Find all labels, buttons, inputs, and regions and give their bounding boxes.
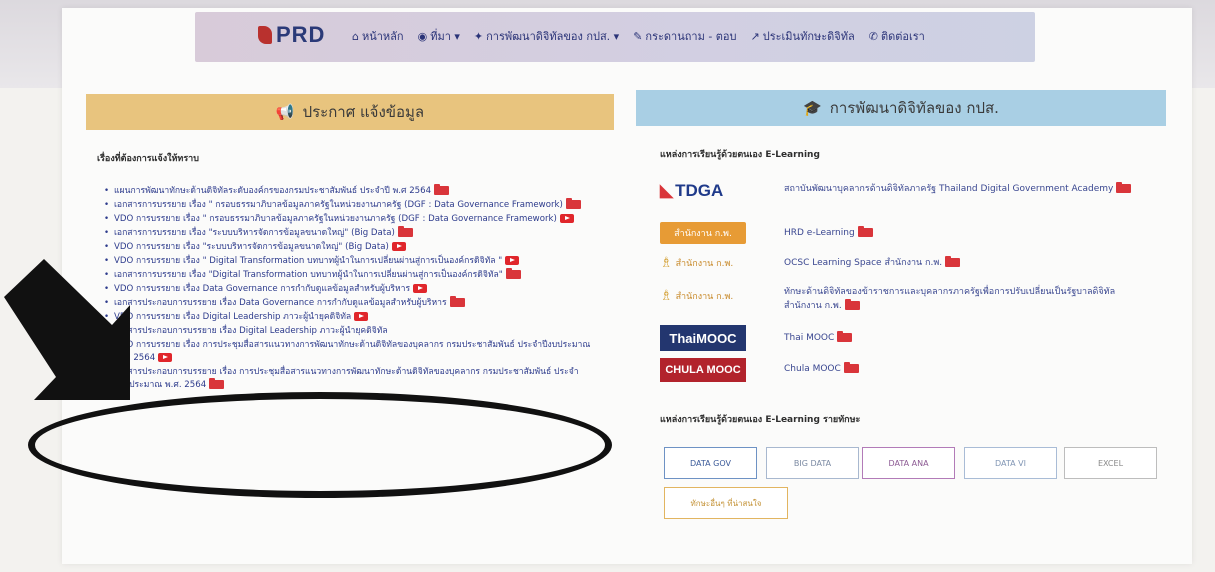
source-text: OCSC Learning Space สำนักงาน ก.พ. [784,258,943,268]
nav-label: ที่มา ▾ [430,30,460,43]
nav-label: ติดต่อเรา [880,30,925,43]
list-item[interactable]: VDO การบรรยาย เรื่อง Data Governance การ… [104,283,604,296]
megaphone-icon: 📢 [275,103,295,121]
folder-icon[interactable] [209,378,225,389]
annotation-circle [28,392,612,498]
tag-big-data[interactable]: BIG DATA [766,447,859,479]
source-text: Chula MOOC [784,364,841,374]
phone-icon: ✆ [868,29,878,43]
tag-data-ana[interactable]: DATA ANA [862,447,955,479]
ocsc-logo: สำนักงาน ก.พ. [660,222,746,244]
tag-excel[interactable]: EXCEL [1064,447,1157,479]
folder-icon[interactable] [837,331,853,342]
mortarboard-icon: 🎓 [803,99,822,117]
digital-dev-title: การพัฒนาดิจิทัลของ กปส. [829,99,999,117]
youtube-icon[interactable] [559,214,574,223]
announcement-section-title: เรื่องที่ต้องการแจ้งให้ทราบ [97,154,199,164]
nav-label: กระดานถาม - ตอบ [645,30,737,43]
list-item[interactable]: เอกสารการบรรยาย เรื่อง "ระบบบริหารจัดการ… [104,226,604,240]
ocsc-logo: ♗ สำนักงาน ก.พ. [660,288,734,304]
logo-emblem-icon [258,26,272,44]
nav-contact[interactable]: ✆ ติดต่อเรา [869,27,925,45]
nav-label: การพัฒนาดิจิทัลของ กปส. ▾ [486,30,620,43]
list-item[interactable]: เอกสารการบรรยาย เรื่อง "Digital Transfor… [104,268,604,282]
chat-icon: ✎ [633,29,643,43]
list-item[interactable]: เอกสารประกอบการบรรยาย เรื่อง การประชุมสื… [104,366,604,392]
site-logo[interactable]: PRD [258,22,325,48]
announcement-title: ประกาศ แจ้งข้อมูล [302,103,425,121]
elearning-section-title: แหล่งการเรียนรู้ด้วยตนเอง E-Learning [660,150,820,160]
tag-data-gov[interactable]: DATA GOV [664,447,757,479]
skills-section-title: แหล่งการเรียนรู้ด้วยตนเอง E-Learning ราย… [660,415,861,425]
list-item[interactable]: VDO การบรรยาย เรื่อง " Digital Transform… [104,255,604,268]
nav-about[interactable]: ◉ ที่มา ▾ [418,27,460,45]
tag-other-skills[interactable]: ทักษะอื่นๆ ที่น่าสนใจ [664,487,788,519]
list-item[interactable]: เอกสารประกอบการบรรยาย เรื่อง Digital Lea… [104,325,604,338]
nav-label: หน้าหลัก [361,30,404,43]
mortarboard-icon: ✦ [473,29,484,43]
tdga-logo: ◣ TDGA [660,181,724,200]
nav-home[interactable]: ⌂ หน้าหลัก [352,27,404,45]
youtube-icon[interactable] [391,242,406,251]
elearning-source-hrd[interactable]: สำนักงาน ก.พ. HRD e-Learning [660,222,873,244]
elearning-source-thaimooc[interactable]: ThaiMOOC Thai MOOC [660,325,853,351]
youtube-icon[interactable] [158,353,173,362]
chulamooc-logo: CHULA MOOC [660,358,746,382]
elearning-source-ocsc-space[interactable]: ♗ สำนักงาน ก.พ. OCSC Learning Space สำนัก… [660,252,961,274]
list-item[interactable]: VDO การบรรยาย เรื่อง " กรอบธรรมาภิบาลข้อ… [104,213,604,226]
nav-qa-board[interactable]: ✎ กระดานถาม - ตอบ [633,27,736,45]
nav-digital-development[interactable]: ✦ การพัฒนาดิจิทัลของ กปส. ▾ [474,27,619,45]
nav-menu: ⌂ หน้าหลัก ◉ ที่มา ▾ ✦ การพัฒนาดิจิทัลขอ… [352,27,925,45]
list-item[interactable]: VDO การบรรยาย เรื่อง "ระบบบริหารจัดการข้… [104,241,604,254]
folder-icon[interactable] [397,226,413,237]
info-icon: ◉ [417,29,428,43]
folder-icon[interactable] [844,299,860,310]
source-text: HRD e-Learning [784,228,855,238]
list-item[interactable]: VDO การบรรยาย เรื่อง การประชุมสื่อสารแนว… [104,339,604,365]
list-item[interactable]: เอกสารการบรรยาย เรื่อง " กรอบธรรมาภิบาลข… [104,198,604,212]
folder-icon[interactable] [565,198,581,209]
folder-icon[interactable] [945,256,961,267]
chart-icon: ↗ [750,29,760,43]
nav-digital-assessment[interactable]: ↗ ประเมินทักษะดิจิทัล [751,27,855,45]
folder-icon[interactable] [1116,182,1132,193]
list-item[interactable]: แผนการพัฒนาทักษะด้านดิจิทัลระดับองค์กรขอ… [104,184,604,198]
source-text: Thai MOOC [784,333,835,343]
nav-label: ประเมินทักษะดิจิทัล [762,30,855,43]
folder-icon[interactable] [505,268,521,279]
thaimooc-logo: ThaiMOOC [660,325,746,351]
list-item[interactable]: VDO การบรรยาย เรื่อง Digital Leadership … [104,311,604,324]
annotation-arrow-icon [4,259,130,400]
announcement-list: แผนการพัฒนาทักษะด้านดิจิทัลระดับองค์กรขอ… [104,184,604,393]
youtube-icon[interactable] [354,312,369,321]
elearning-source-chulamooc[interactable]: CHULA MOOC Chula MOOC [660,358,859,382]
folder-icon[interactable] [434,184,450,195]
home-icon: ⌂ [352,29,359,43]
source-text: ทักษะด้านดิจิทัลของข้าราชการและบุคลากรภา… [784,287,1116,311]
list-item[interactable]: เอกสารประกอบการบรรยาย เรื่อง Data Govern… [104,296,604,310]
youtube-icon[interactable] [413,284,428,293]
source-text: สถาบันพัฒนาบุคลากรด้านดิจิทัลภาครัฐ Thai… [784,184,1114,194]
logo-text: PRD [276,22,326,47]
announcement-header: 📢 ประกาศ แจ้งข้อมูล [86,94,614,130]
digital-dev-header: 🎓 การพัฒนาดิจิทัลของ กปส. [636,90,1166,126]
elearning-source-ocsc-digital[interactable]: ♗ สำนักงาน ก.พ. ทักษะด้านดิจิทัลของข้าราช… [660,285,1115,311]
youtube-icon[interactable] [505,256,520,265]
ocsc-logo: ♗ สำนักงาน ก.พ. [660,255,734,271]
folder-icon[interactable] [857,226,873,237]
tag-data-vi[interactable]: DATA VI [964,447,1057,479]
folder-icon[interactable] [449,296,465,307]
folder-icon[interactable] [843,362,859,373]
elearning-source-tdga[interactable]: ◣ TDGA สถาบันพัฒนาบุคลากรด้านดิจิทัลภาครั… [660,180,1132,202]
